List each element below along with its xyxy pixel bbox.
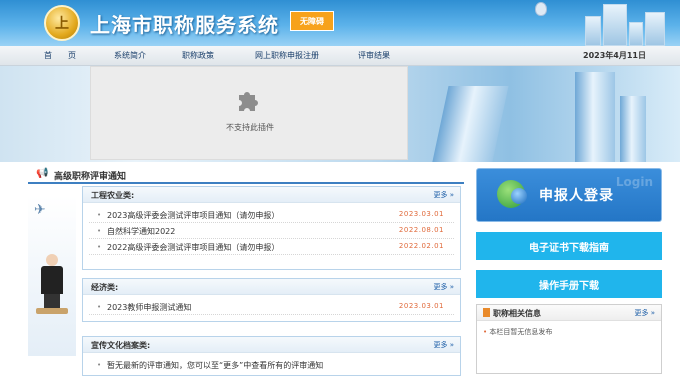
- nav-system-intro[interactable]: 系统简介: [114, 50, 146, 61]
- notice-date: 2023.03.01: [398, 302, 444, 310]
- panel-title: 经济类:: [91, 283, 119, 292]
- applicant-login-button[interactable]: 申报人登录 Login: [476, 168, 662, 222]
- balloon-decoration: [535, 2, 547, 16]
- skyline-building: [603, 4, 627, 46]
- puzzle-piece-icon: [233, 85, 263, 122]
- login-label: 申报人登录: [539, 188, 614, 204]
- notice-row[interactable]: • 2023高级评委会测试评审项目通知（请勿申报） 2023.03.01: [89, 207, 454, 223]
- info-box-header: 职称相关信息 更多 »: [477, 305, 661, 321]
- notice-date: 2023.03.01: [398, 210, 444, 218]
- skyline-building: [585, 16, 601, 46]
- notice-empty-message: 暂无最新的评审通知，您可以至“更多”中查看所有的评审通知: [107, 361, 324, 370]
- bullet-icon: •: [97, 243, 102, 251]
- more-link[interactable]: 更多 »: [433, 340, 454, 350]
- nav-online-registration[interactable]: 网上职称申报注册: [255, 50, 319, 61]
- accessibility-button[interactable]: 无障碍: [290, 11, 334, 31]
- panel-header: 经济类: 更多 »: [83, 279, 460, 295]
- skyline-building: [629, 22, 643, 46]
- notices-section-header: 📢 高级职称评审通知: [28, 166, 464, 184]
- airplane-icon: ✈: [34, 202, 46, 218]
- notice-date: 2022.08.01: [398, 226, 444, 234]
- site-title: 上海市职称服务系统: [90, 13, 279, 37]
- notice-panel-engineering: 工程农业类: 更多 » • 2023高级评委会测试评审项目通知（请勿申报） 20…: [82, 186, 461, 270]
- title-info-box: 职称相关信息 更多 » • 本栏目暂无信息发布: [476, 304, 662, 374]
- nav-title-policy[interactable]: 职称政策: [182, 50, 214, 61]
- bullet-icon: •: [97, 227, 102, 235]
- panel-header: 工程农业类: 更多 »: [83, 187, 460, 203]
- document-icon: [483, 308, 490, 317]
- more-link[interactable]: 更多 »: [433, 190, 454, 200]
- notice-title[interactable]: 2023教师申报测试通知: [107, 302, 191, 313]
- notice-row: • 暂无最新的评审通知，您可以至“更多”中查看所有的评审通知: [89, 357, 454, 373]
- bullet-icon: •: [97, 361, 102, 369]
- nav-home[interactable]: 首 页: [44, 50, 76, 61]
- users-icon: [497, 180, 527, 208]
- panel-header: 宣传文化档案类: 更多 »: [83, 337, 460, 353]
- notice-title[interactable]: 2022高级评委会测试评审项目通知（请勿申报）: [107, 242, 279, 253]
- hero-banner: 不支持此插件: [0, 66, 680, 162]
- current-date: 2023年4月11日: [583, 51, 646, 60]
- tower-graphic: [620, 96, 646, 162]
- businessman-figure: [36, 254, 68, 314]
- notice-date: 2022.02.01: [398, 242, 444, 250]
- panel-title: 工程农业类:: [91, 191, 135, 200]
- panel-title: 宣传文化档案类:: [91, 341, 151, 350]
- notice-row[interactable]: • 2022高级评委会测试评审项目通知（请勿申报） 2022.02.01: [89, 239, 454, 255]
- notice-row[interactable]: • 自然科学通知2022 2022.08.01: [89, 223, 454, 239]
- plugin-message: 不支持此插件: [226, 123, 274, 132]
- double-chevron-icon: »: [449, 191, 454, 199]
- site-header: 上 上海市职称服务系统 无障碍: [0, 0, 680, 46]
- tower-graphic: [431, 86, 509, 162]
- shanghai-emblem-logo: 上: [44, 5, 80, 41]
- bullet-icon: •: [483, 328, 488, 336]
- businessman-illustration: ✈: [28, 196, 76, 356]
- double-chevron-icon: »: [449, 341, 454, 349]
- nav-review-results[interactable]: 评审结果: [358, 50, 390, 61]
- double-chevron-icon: »: [650, 309, 655, 317]
- bullet-icon: •: [97, 303, 102, 311]
- plugin-placeholder: 不支持此插件: [90, 66, 408, 160]
- more-link[interactable]: 更多 »: [634, 308, 655, 318]
- info-message: • 本栏目暂无信息发布: [483, 328, 553, 336]
- megaphone-icon: 📢: [36, 168, 49, 179]
- notice-panel-culture-archives: 宣传文化档案类: 更多 » • 暂无最新的评审通知，您可以至“更多”中查看所有的…: [82, 336, 461, 376]
- section-title: 高级职称评审通知: [54, 172, 127, 182]
- info-title: 职称相关信息: [493, 309, 541, 318]
- notice-panel-economics: 经济类: 更多 » • 2023教师申报测试通知 2023.03.01: [82, 278, 461, 322]
- login-watermark: Login: [615, 175, 653, 189]
- bullet-icon: •: [97, 211, 102, 219]
- notice-title[interactable]: 自然科学通知2022: [107, 226, 175, 237]
- more-link[interactable]: 更多 »: [433, 282, 454, 292]
- certificate-guide-button[interactable]: 电子证书下载指南: [476, 232, 662, 260]
- manual-download-button[interactable]: 操作手册下载: [476, 270, 662, 298]
- double-chevron-icon: »: [449, 283, 454, 291]
- notice-row[interactable]: • 2023教师申报测试通知 2023.03.01: [89, 299, 454, 315]
- tower-graphic: [575, 72, 615, 162]
- main-nav: 首 页 系统简介 职称政策 网上职称申报注册 评审结果 2023年4月11日: [0, 46, 680, 66]
- skyline-building: [645, 12, 665, 46]
- notice-title[interactable]: 2023高级评委会测试评审项目通知（请勿申报）: [107, 210, 279, 221]
